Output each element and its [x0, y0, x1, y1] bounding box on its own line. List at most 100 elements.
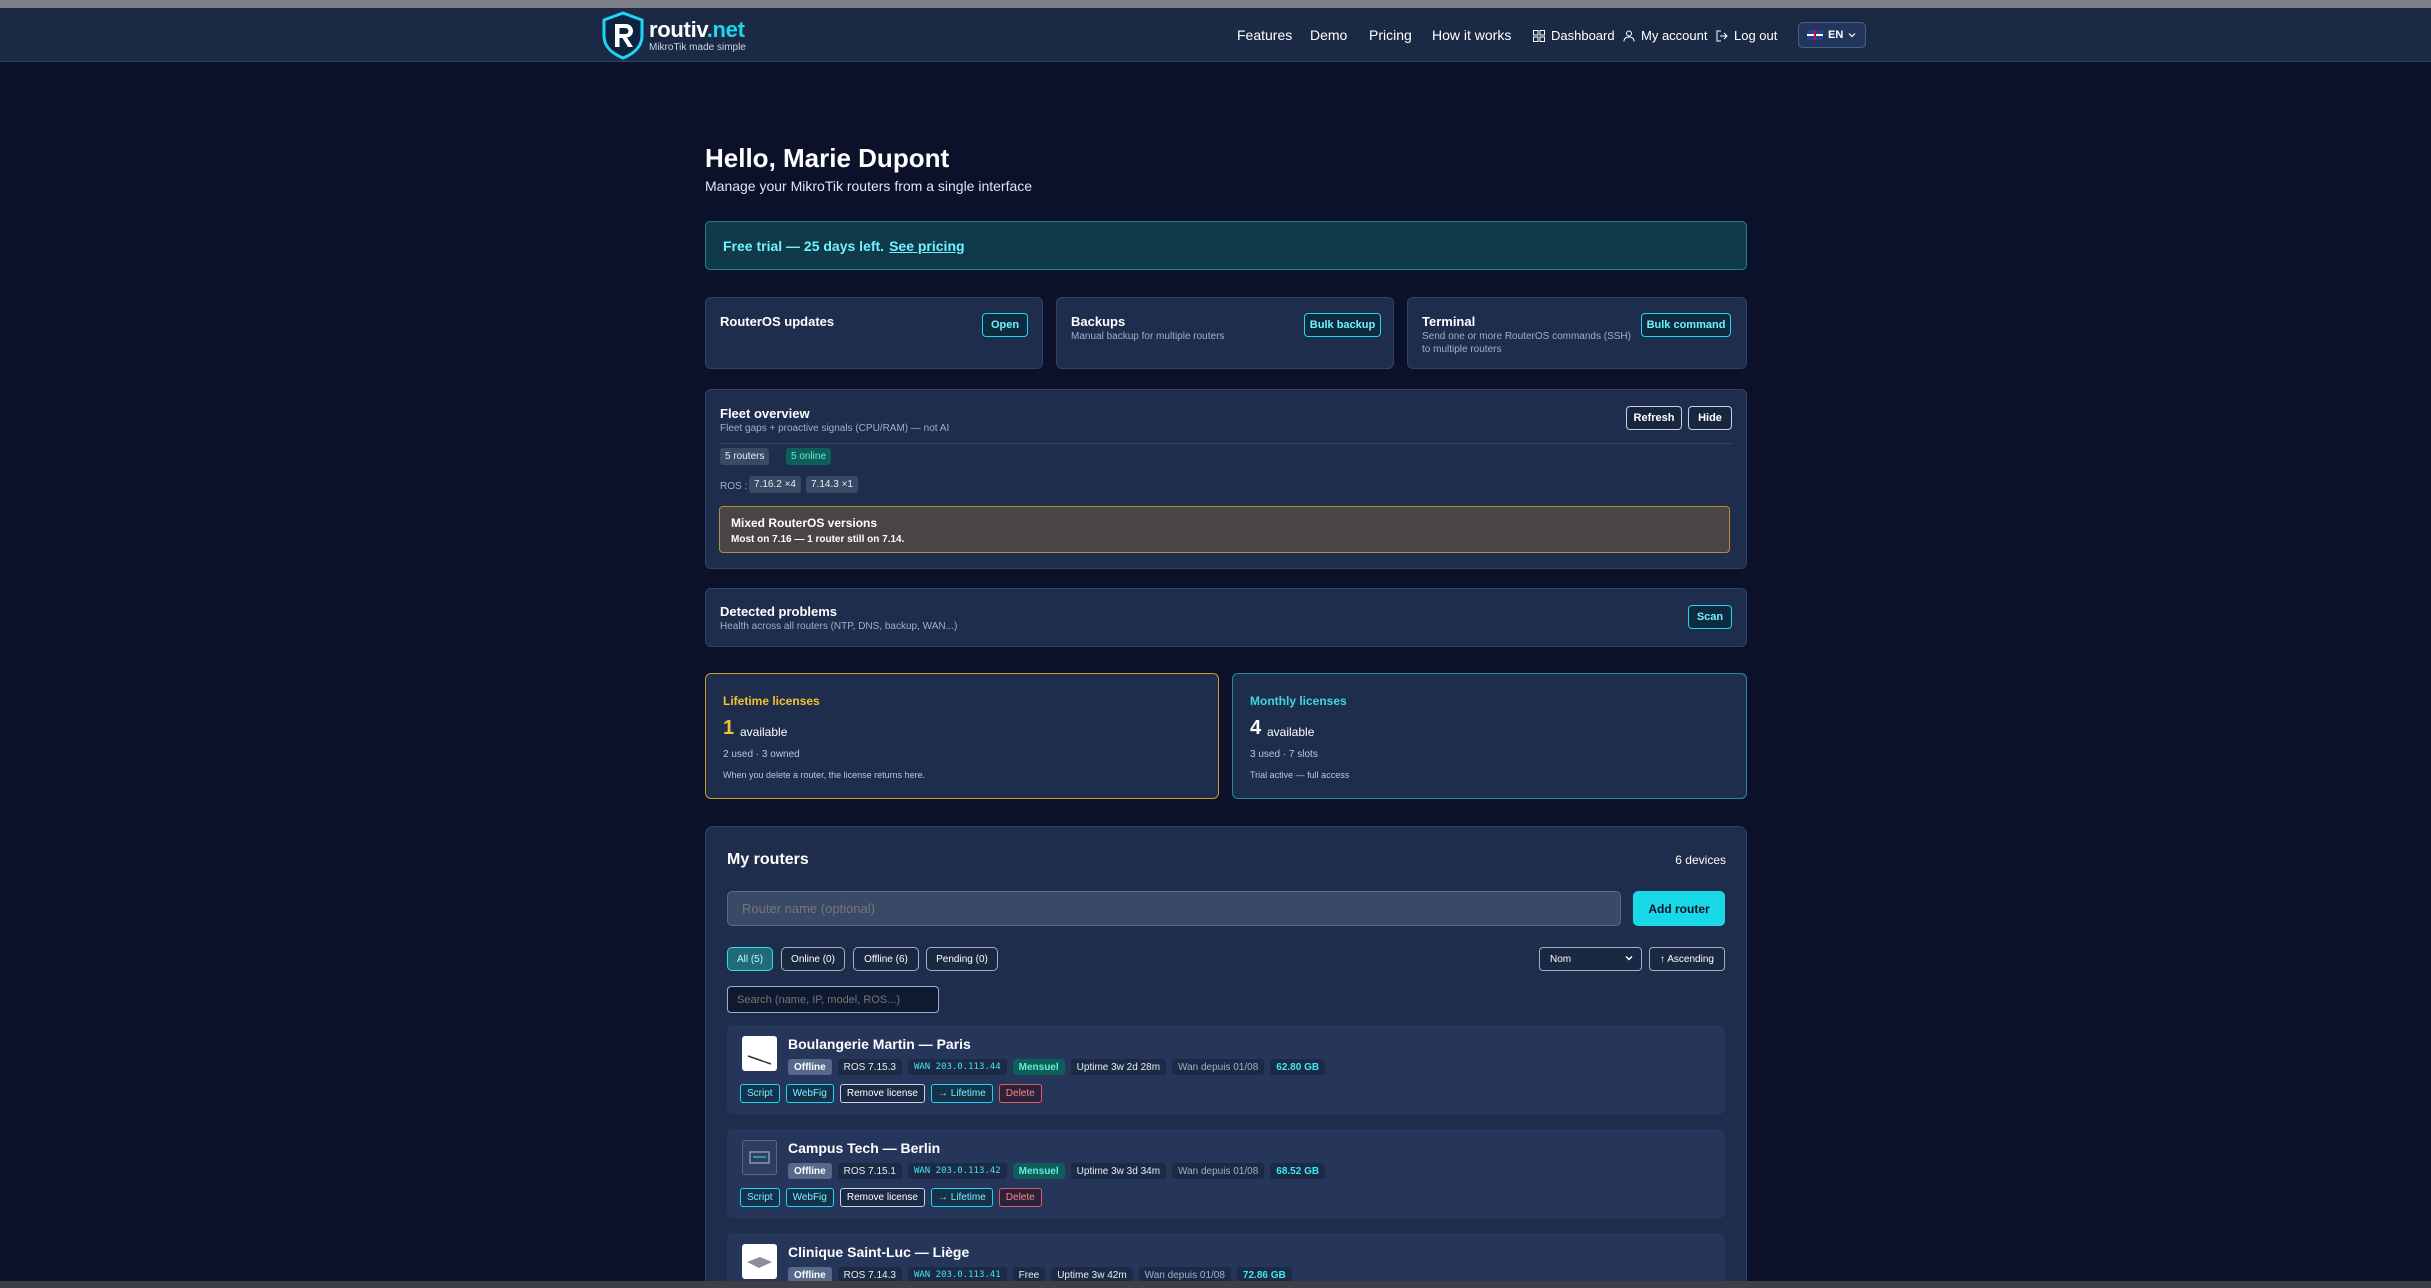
warning-title: Mixed RouterOS versions	[731, 516, 878, 530]
delete-button[interactable]: Delete	[998, 1084, 1042, 1103]
bulk-backup-button[interactable]: Bulk backup	[1304, 313, 1381, 337]
my-routers-panel: My routers 6 devices Add router All (5) …	[705, 826, 1747, 1288]
to-lifetime-button[interactable]: → Lifetime	[931, 1084, 993, 1103]
nav-features[interactable]: Features	[1237, 27, 1292, 43]
fleet-overview-title: Fleet overview	[720, 406, 810, 421]
refresh-button[interactable]: Refresh	[1626, 406, 1682, 430]
wan-ip-badge: WAN 203.0.113.42	[907, 1163, 1007, 1179]
filter-offline[interactable]: Offline (6)	[853, 947, 919, 971]
monthly-available-label: available	[1267, 725, 1315, 739]
router-row[interactable]: Boulangerie Martin — Paris Offline ROS 7…	[727, 1025, 1725, 1114]
plan-badge: Mensuel	[1012, 1059, 1065, 1075]
fleet-divider	[720, 443, 1732, 444]
lifetime-available-count: 1	[723, 717, 735, 739]
filter-online[interactable]: Online (0)	[781, 947, 845, 971]
router-device-icon	[747, 1055, 772, 1065]
router-row[interactable]: Clinique Saint-Luc — Liège Offline ROS 7…	[727, 1233, 1725, 1288]
brand-tagline: MikroTik made simple	[649, 42, 746, 53]
trial-text: Free trial — 25 days left.	[723, 237, 885, 254]
chevron-down-icon	[1848, 33, 1856, 38]
devices-count: 6 devices	[1675, 853, 1726, 867]
wan-since-badge: Wan depuis 01/08	[1172, 1059, 1265, 1075]
mixed-versions-warning: Mixed RouterOS versions Most on 7.16 — 1…	[719, 506, 1730, 553]
router-actions: Script WebFig Remove license → Lifetime …	[740, 1188, 1042, 1207]
nav-demo[interactable]: Demo	[1310, 27, 1347, 43]
brand-name[interactable]: routiv.net	[649, 17, 745, 43]
lifetime-note: When you delete a router, the license re…	[723, 770, 926, 780]
hide-button[interactable]: Hide	[1688, 406, 1732, 430]
delete-button[interactable]: Delete	[998, 1188, 1042, 1207]
traffic-badge: 62.80 GB	[1270, 1059, 1326, 1075]
script-button[interactable]: Script	[740, 1188, 780, 1207]
router-search-input[interactable]	[727, 986, 939, 1013]
language-code: EN	[1828, 29, 1844, 41]
language-selector[interactable]: EN	[1798, 22, 1866, 48]
status-badge: Offline	[788, 1059, 832, 1075]
scan-button[interactable]: Scan	[1688, 605, 1732, 629]
user-icon	[1623, 30, 1635, 42]
to-lifetime-button[interactable]: → Lifetime	[931, 1188, 993, 1207]
plan-badge: Mensuel	[1012, 1163, 1065, 1179]
router-name[interactable]: Campus Tech — Berlin	[788, 1140, 940, 1156]
bulk-command-button[interactable]: Bulk command	[1641, 313, 1731, 337]
terminal-title: Terminal	[1422, 314, 1476, 329]
uptime-badge: Uptime 3w 2d 28m	[1070, 1059, 1167, 1075]
lifetime-available-label: available	[740, 725, 788, 739]
webfig-button[interactable]: WebFig	[785, 1084, 834, 1103]
backups-card: Backups Manual backup for multiple route…	[1056, 297, 1394, 369]
nav-dashboard[interactable]: Dashboard	[1533, 28, 1615, 43]
uptime-badge: Uptime 3w 3d 34m	[1070, 1163, 1167, 1179]
filter-pending[interactable]: Pending (0)	[926, 947, 998, 971]
uk-flag-icon	[1807, 30, 1823, 40]
routeros-updates-card: RouterOS updates Open	[705, 297, 1043, 369]
ros-version-badge: 7.14.3 ×1	[806, 476, 858, 493]
remove-license-button[interactable]: Remove license	[839, 1084, 925, 1103]
ros-versions-label: ROS :	[720, 481, 748, 492]
fleet-overview-description: Fleet gaps + proactive signals (CPU/RAM)…	[720, 423, 950, 434]
router-thumbnail	[742, 1036, 777, 1071]
monthly-available-count: 4	[1250, 717, 1262, 739]
filter-all[interactable]: All (5)	[727, 947, 773, 971]
nav-pricing[interactable]: Pricing	[1369, 27, 1412, 43]
routiv-logo-icon[interactable]	[598, 10, 648, 60]
warning-text: Most on 7.16 — 1 router still on 7.14.	[731, 534, 905, 545]
terminal-card: Terminal Send one or more RouterOS comma…	[1407, 297, 1747, 369]
nav-dashboard-label: Dashboard	[1551, 28, 1615, 43]
remove-license-button[interactable]: Remove license	[839, 1188, 925, 1207]
ros-version-badge: 7.16.2 ×4	[749, 476, 801, 493]
ros-badge: ROS 7.15.3	[837, 1059, 902, 1075]
sort-select[interactable]: Nom	[1539, 947, 1642, 971]
nav-how-it-works[interactable]: How it works	[1432, 27, 1511, 43]
browser-top-strip	[0, 0, 2431, 8]
dashboard-grid-icon	[1533, 29, 1545, 42]
webfig-button[interactable]: WebFig	[785, 1188, 834, 1207]
router-row[interactable]: Campus Tech — Berlin Offline ROS 7.15.1 …	[727, 1129, 1725, 1218]
backups-description: Manual backup for multiple routers	[1071, 331, 1225, 342]
script-button[interactable]: Script	[740, 1084, 780, 1103]
nav-log-out[interactable]: Log out	[1716, 28, 1777, 43]
browser-bottom-bar	[0, 1281, 2431, 1288]
router-name[interactable]: Boulangerie Martin — Paris	[788, 1036, 971, 1052]
router-actions: Script WebFig Remove license → Lifetime …	[740, 1084, 1042, 1103]
add-router-button[interactable]: Add router	[1633, 891, 1725, 926]
wan-ip-badge: WAN 203.0.113.44	[907, 1059, 1007, 1075]
router-device-icon	[747, 1257, 772, 1268]
detected-problems-description: Health across all routers (NTP, DNS, bac…	[720, 621, 958, 632]
see-pricing-link[interactable]: See pricing	[889, 238, 964, 254]
nav-my-account-label: My account	[1641, 28, 1708, 43]
my-routers-title: My routers	[727, 851, 809, 868]
detected-problems-title: Detected problems	[720, 604, 838, 619]
monthly-licenses-card: Monthly licenses 4 available 3 used · 7 …	[1232, 673, 1747, 799]
wan-since-badge: Wan depuis 01/08	[1172, 1163, 1265, 1179]
router-tags: Offline ROS 7.15.3 WAN 203.0.113.44 Mens…	[788, 1059, 1326, 1075]
open-updates-button[interactable]: Open	[982, 313, 1028, 337]
nav-log-out-label: Log out	[1734, 28, 1778, 43]
lifetime-licenses-card: Lifetime licenses 1 available 2 used · 3…	[705, 673, 1219, 799]
router-name-input[interactable]	[727, 891, 1621, 926]
router-name[interactable]: Clinique Saint-Luc — Liège	[788, 1244, 969, 1260]
router-thumbnail	[742, 1140, 777, 1175]
sort-order-button[interactable]: ↑ Ascending	[1649, 947, 1725, 971]
monthly-note: Trial active — full access	[1250, 770, 1350, 780]
routers-count-badge: 5 routers	[720, 448, 770, 465]
nav-my-account[interactable]: My account	[1623, 28, 1707, 43]
